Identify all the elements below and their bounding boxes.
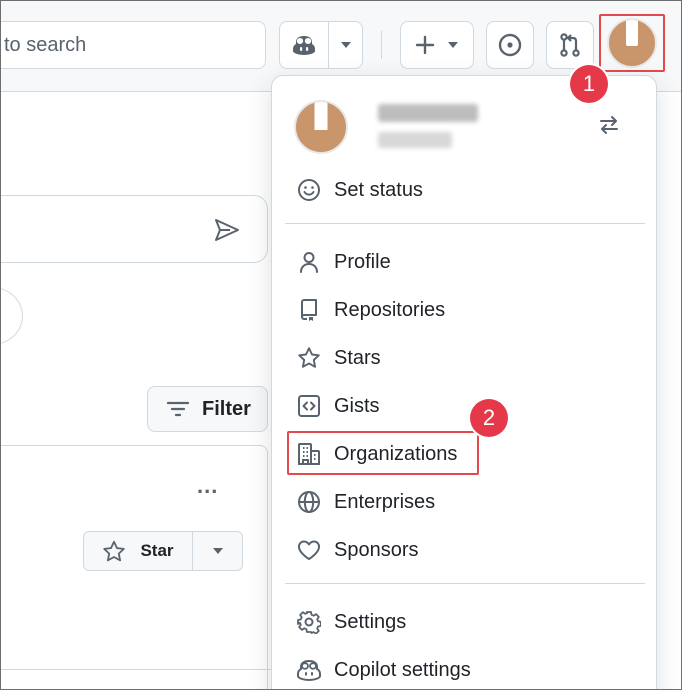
- pull-requests-button[interactable]: [546, 21, 594, 69]
- star-button[interactable]: Star: [83, 531, 193, 571]
- triangle-down-icon: [448, 42, 458, 48]
- switch-account-icon[interactable]: [597, 113, 621, 137]
- filter-button[interactable]: Filter: [147, 386, 268, 432]
- copilot-dropdown-button[interactable]: [329, 21, 363, 69]
- menu-item-label: Copilot settings: [334, 658, 471, 681]
- menu-user-header: [294, 100, 636, 156]
- repo-icon: [301, 299, 317, 321]
- menu-item-settings[interactable]: Settings: [284, 600, 646, 644]
- menu-item-profile[interactable]: Profile: [284, 240, 646, 284]
- triangle-down-icon: [212, 548, 223, 554]
- browser-frame: to search Filter ... Star Set status Pro…: [0, 0, 682, 690]
- step-2-badge: 2: [470, 399, 508, 437]
- avatar: [607, 18, 657, 68]
- menu-item-repositories[interactable]: Repositories: [284, 288, 646, 332]
- code-square-icon: [298, 395, 320, 417]
- user-avatar-button[interactable]: [599, 14, 665, 72]
- filter-label: Filter: [202, 397, 251, 420]
- menu-item-label: Enterprises: [334, 490, 436, 513]
- menu-item-set-status[interactable]: Set status: [284, 168, 646, 212]
- smiley-icon: [298, 179, 320, 201]
- list-divider: [1, 669, 271, 670]
- prompt-input[interactable]: [1, 195, 268, 263]
- git-pull-request-icon: [560, 33, 580, 57]
- menu-item-label: Repositories: [334, 298, 446, 321]
- fullname-blurred: [378, 132, 452, 148]
- globe-icon: [298, 491, 320, 513]
- plus-icon: [415, 35, 435, 55]
- send-icon[interactable]: [214, 218, 240, 242]
- search-input[interactable]: to search: [1, 21, 266, 69]
- menu-avatar: [294, 100, 348, 154]
- header-divider: [381, 31, 382, 59]
- person-icon: [300, 252, 318, 273]
- menu-item-label: Stars: [334, 346, 381, 369]
- menu-item-label: Settings: [334, 610, 407, 633]
- copilot-icon: [293, 36, 315, 55]
- star-dropdown-button[interactable]: [193, 531, 243, 571]
- star-icon: [298, 347, 320, 368]
- heart-icon: [297, 540, 321, 560]
- menu-item-stars[interactable]: Stars: [284, 336, 646, 380]
- issue-opened-icon: [498, 33, 522, 57]
- user-menu: Set status Profile Repositories Stars Gi…: [271, 75, 657, 689]
- menu-item-label: Profile: [334, 250, 391, 273]
- more-options-button[interactable]: ...: [197, 473, 218, 499]
- filter-icon: [166, 401, 190, 417]
- gear-icon: [297, 611, 321, 634]
- username-blurred: [378, 104, 478, 122]
- search-placeholder: to search: [4, 34, 87, 56]
- issues-button[interactable]: [486, 21, 534, 69]
- menu-divider: [285, 583, 645, 584]
- star-split-button[interactable]: Star: [83, 531, 243, 571]
- star-icon: [103, 540, 126, 562]
- menu-item-label: Set status: [334, 178, 423, 201]
- menu-item-gists[interactable]: Gists: [284, 384, 646, 428]
- copilot-split-button[interactable]: [279, 21, 363, 69]
- menu-divider: [285, 223, 645, 224]
- star-label: Star: [140, 541, 174, 560]
- step-1-badge: 1: [570, 65, 608, 103]
- round-button[interactable]: [1, 287, 23, 345]
- menu-item-sponsors[interactable]: Sponsors: [284, 528, 646, 572]
- create-new-button[interactable]: [400, 21, 474, 69]
- menu-item-copilot-settings[interactable]: Copilot settings: [284, 648, 646, 689]
- menu-item-enterprises[interactable]: Enterprises: [284, 480, 646, 524]
- triangle-down-icon: [340, 42, 351, 48]
- copilot-icon: [297, 659, 321, 682]
- organizations-highlight-box: [287, 431, 479, 475]
- menu-item-label: Sponsors: [334, 538, 419, 561]
- copilot-button[interactable]: [279, 21, 329, 69]
- menu-item-label: Gists: [334, 394, 380, 417]
